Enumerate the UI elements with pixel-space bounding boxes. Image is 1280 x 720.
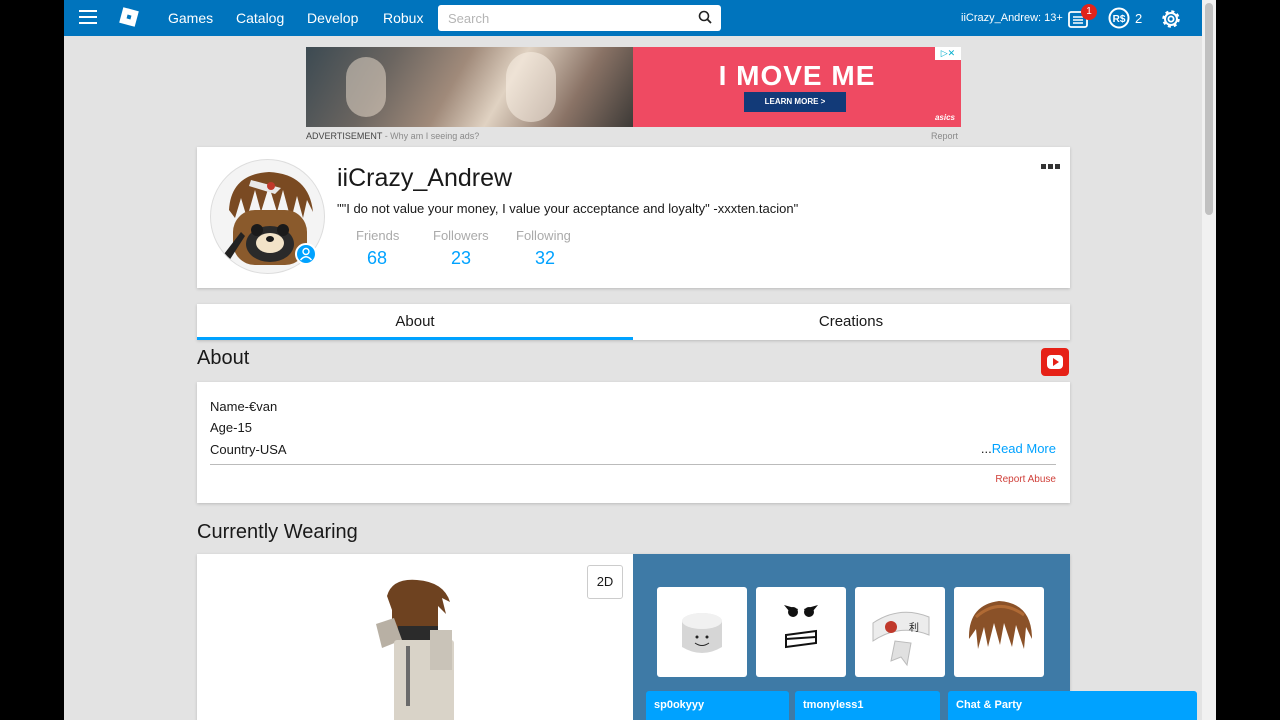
- ad-brand-logo: asics: [934, 113, 955, 122]
- search-input[interactable]: [438, 5, 721, 31]
- username-age-label[interactable]: iiCrazy_Andrew: 13+: [961, 12, 1063, 24]
- active-tab-indicator: [197, 337, 633, 340]
- friends-count[interactable]: 68: [367, 248, 387, 269]
- about-divider: [210, 464, 1056, 465]
- about-section-title: About: [197, 347, 250, 369]
- online-status-icon: [295, 243, 317, 265]
- nav-catalog-link[interactable]: Catalog: [236, 10, 284, 26]
- about-card: Name-€van Age-15 Country-USA ...Read Mor…: [197, 382, 1070, 503]
- ad-panel: I MOVE ME LEARN MORE > asics: [633, 47, 961, 127]
- friends-label[interactable]: Friends: [356, 228, 399, 243]
- chat-party-tab[interactable]: Chat & Party: [948, 691, 1197, 720]
- currently-wearing-title: Currently Wearing: [197, 521, 358, 543]
- toggle-2d-button[interactable]: 2D: [587, 565, 623, 599]
- head-item-icon: [682, 613, 722, 653]
- search-icon[interactable]: [698, 10, 712, 24]
- robux-balance[interactable]: 2: [1135, 11, 1142, 26]
- worn-item-headband[interactable]: 利: [855, 587, 945, 677]
- why-ads-link[interactable]: - Why am I seeing ads?: [382, 131, 480, 141]
- about-line-name: Name-€van: [210, 399, 278, 414]
- worn-item-head[interactable]: [657, 587, 747, 677]
- face-item-icon: [784, 605, 818, 649]
- menu-icon[interactable]: [79, 10, 97, 24]
- adchoices-close-icon[interactable]: ▷✕: [935, 47, 961, 60]
- ad-learn-more-button[interactable]: LEARN MORE >: [744, 92, 846, 112]
- worn-item-hair[interactable]: [954, 587, 1044, 677]
- followers-count[interactable]: 23: [451, 248, 471, 269]
- svg-text:利: 利: [909, 622, 919, 634]
- ad-caption: ADVERTISEMENT - Why am I seeing ads?: [306, 131, 479, 141]
- ad-headline: I MOVE ME: [718, 60, 876, 91]
- ad-caption-label: ADVERTISEMENT: [306, 131, 383, 141]
- chat-tab-tmonyless1[interactable]: tmonyless1: [795, 691, 940, 720]
- read-more-link[interactable]: ...Read More: [981, 441, 1056, 456]
- tab-creations[interactable]: Creations: [633, 304, 1069, 340]
- nav-robux-link[interactable]: Robux: [383, 10, 423, 26]
- browser-viewport: Games Catalog Develop Robux iiCrazy_Andr…: [64, 0, 1216, 720]
- chat-tab-sp0okyyy[interactable]: sp0okyyy: [646, 691, 789, 720]
- tab-about[interactable]: About: [197, 304, 633, 340]
- page-scrollbar[interactable]: [1202, 0, 1216, 720]
- advertisement-banner[interactable]: I MOVE ME LEARN MORE > asics ▷✕: [306, 47, 961, 127]
- more-options-icon[interactable]: [1041, 156, 1063, 169]
- about-line-country: Country-USA: [210, 442, 287, 457]
- profile-header-card: iiCrazy_Andrew ""I do not value your mon…: [197, 147, 1070, 288]
- followers-label[interactable]: Followers: [433, 228, 489, 243]
- top-navigation-bar: Games Catalog Develop Robux iiCrazy_Andr…: [64, 0, 1202, 36]
- ad-report-link[interactable]: Report: [931, 131, 958, 141]
- nav-games-link[interactable]: Games: [168, 10, 213, 26]
- ad-photo: [306, 47, 633, 127]
- about-line-age: Age-15: [210, 420, 252, 435]
- worn-item-face[interactable]: [756, 587, 846, 677]
- following-label[interactable]: Following: [516, 228, 571, 243]
- avatar-3d-viewer[interactable]: 2D: [197, 554, 633, 720]
- roblox-logo-icon[interactable]: [119, 7, 139, 27]
- profile-blurb: ""I do not value your money, I value you…: [337, 201, 799, 216]
- hair-item-icon: [968, 601, 1032, 649]
- profile-username: iiCrazy_Andrew: [337, 164, 513, 192]
- read-more-ellipsis: ...: [980, 441, 992, 456]
- svg-text:R$: R$: [1113, 14, 1126, 25]
- avatar-figure-icon: [376, 579, 454, 720]
- following-count[interactable]: 32: [535, 248, 555, 269]
- nav-develop-link[interactable]: Develop: [307, 10, 358, 26]
- robux-icon[interactable]: R$: [1108, 7, 1130, 29]
- youtube-icon[interactable]: [1041, 348, 1069, 376]
- headband-item-icon: 利: [872, 611, 930, 667]
- gear-icon[interactable]: [1159, 7, 1183, 31]
- message-count-badge: 1: [1081, 4, 1097, 20]
- profile-tabs: About Creations: [197, 304, 1070, 340]
- scrollbar-thumb[interactable]: [1205, 3, 1213, 215]
- report-abuse-link[interactable]: Report Abuse: [995, 474, 1056, 485]
- read-more-label: Read More: [991, 441, 1056, 456]
